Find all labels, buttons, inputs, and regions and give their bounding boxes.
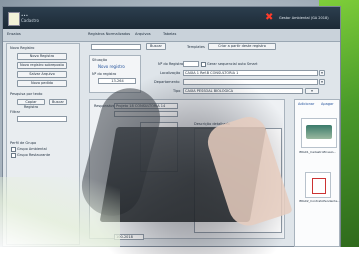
attachment-thumbnail[interactable] — [305, 172, 331, 198]
template-label: Templates — [187, 45, 205, 49]
filter-label: Filtrar — [10, 110, 21, 114]
record-id-label: Nº do Registro — [158, 62, 184, 66]
tree-item[interactable]: Grupo Ambiental — [17, 147, 47, 151]
tree-item[interactable]: Grupo Restaurante — [17, 153, 50, 157]
bottom-left-fade — [0, 177, 120, 247]
save-file-button[interactable]: Salvar Arquivo — [17, 71, 67, 78]
delete-attachment-link[interactable]: Apagar — [321, 102, 334, 106]
pdf-icon — [312, 178, 326, 194]
search-label: Pesquisa por texto — [10, 92, 43, 96]
attachments-panel: Adicionar Apagar IMG01_CadastroEnsaio...… — [294, 99, 340, 247]
attachment-name[interactable]: IMG01_CadastroEnsaio... — [299, 150, 336, 154]
copy-record-button[interactable]: Copiar Registro — [17, 99, 45, 109]
chevron-down-icon[interactable]: ▾ — [319, 70, 325, 76]
new-record-button[interactable]: Novo Registro — [17, 53, 67, 60]
new-overlay-button[interactable]: Novo registro sobreposto — [17, 62, 67, 69]
app-logo-text: ••• Cadastro — [21, 13, 39, 23]
auto-sequence-label: Gerar sequencial auto Smart — [207, 62, 258, 66]
ok-button[interactable]: Buscar — [146, 43, 166, 50]
logo-text-bottom: Cadastro — [21, 18, 39, 23]
chevron-down-icon[interactable]: ▾ — [319, 79, 325, 85]
image-preview — [306, 125, 332, 139]
add-attachment-link[interactable]: Adicionar — [298, 102, 314, 106]
attachment-thumbnail[interactable] — [301, 118, 337, 148]
search-input[interactable] — [91, 44, 141, 50]
tree-label: Perfil de Grupo — [10, 141, 37, 145]
tab-tabelas[interactable]: Tabelas — [163, 32, 176, 36]
tab-arquivos[interactable]: Arquivos — [135, 32, 151, 36]
title-bar: ••• Cadastro ✖ Gestor Ambiental (GA 2018… — [3, 7, 340, 29]
tree-item-checkbox[interactable] — [11, 153, 16, 158]
app-title-right: Gestor Ambiental (GA 2018) — [279, 16, 329, 20]
menu-label: Novo Registro — [10, 46, 35, 50]
filter-input[interactable] — [17, 116, 67, 122]
new-order-button[interactable]: Novo pedido — [17, 80, 67, 87]
search-button[interactable]: Buscar — [49, 99, 67, 105]
attachment-name[interactable]: IMG02_ContratoPendente... — [299, 199, 340, 203]
tab-bar: Ensaios Registros Normalizados Arquivos … — [3, 29, 340, 42]
tree-item-checkbox[interactable] — [11, 147, 16, 152]
tab-ensaios[interactable]: Ensaios — [7, 32, 21, 36]
create-from-record-button[interactable]: Criar a partir deste registro — [208, 43, 276, 50]
app-logo — [8, 12, 20, 26]
tab-registros[interactable]: Registros Normalizados — [88, 32, 130, 36]
more-button[interactable]: ▾ — [305, 88, 319, 94]
tools-icon[interactable]: ✖ — [265, 12, 276, 23]
status-label: Situação — [92, 58, 108, 62]
